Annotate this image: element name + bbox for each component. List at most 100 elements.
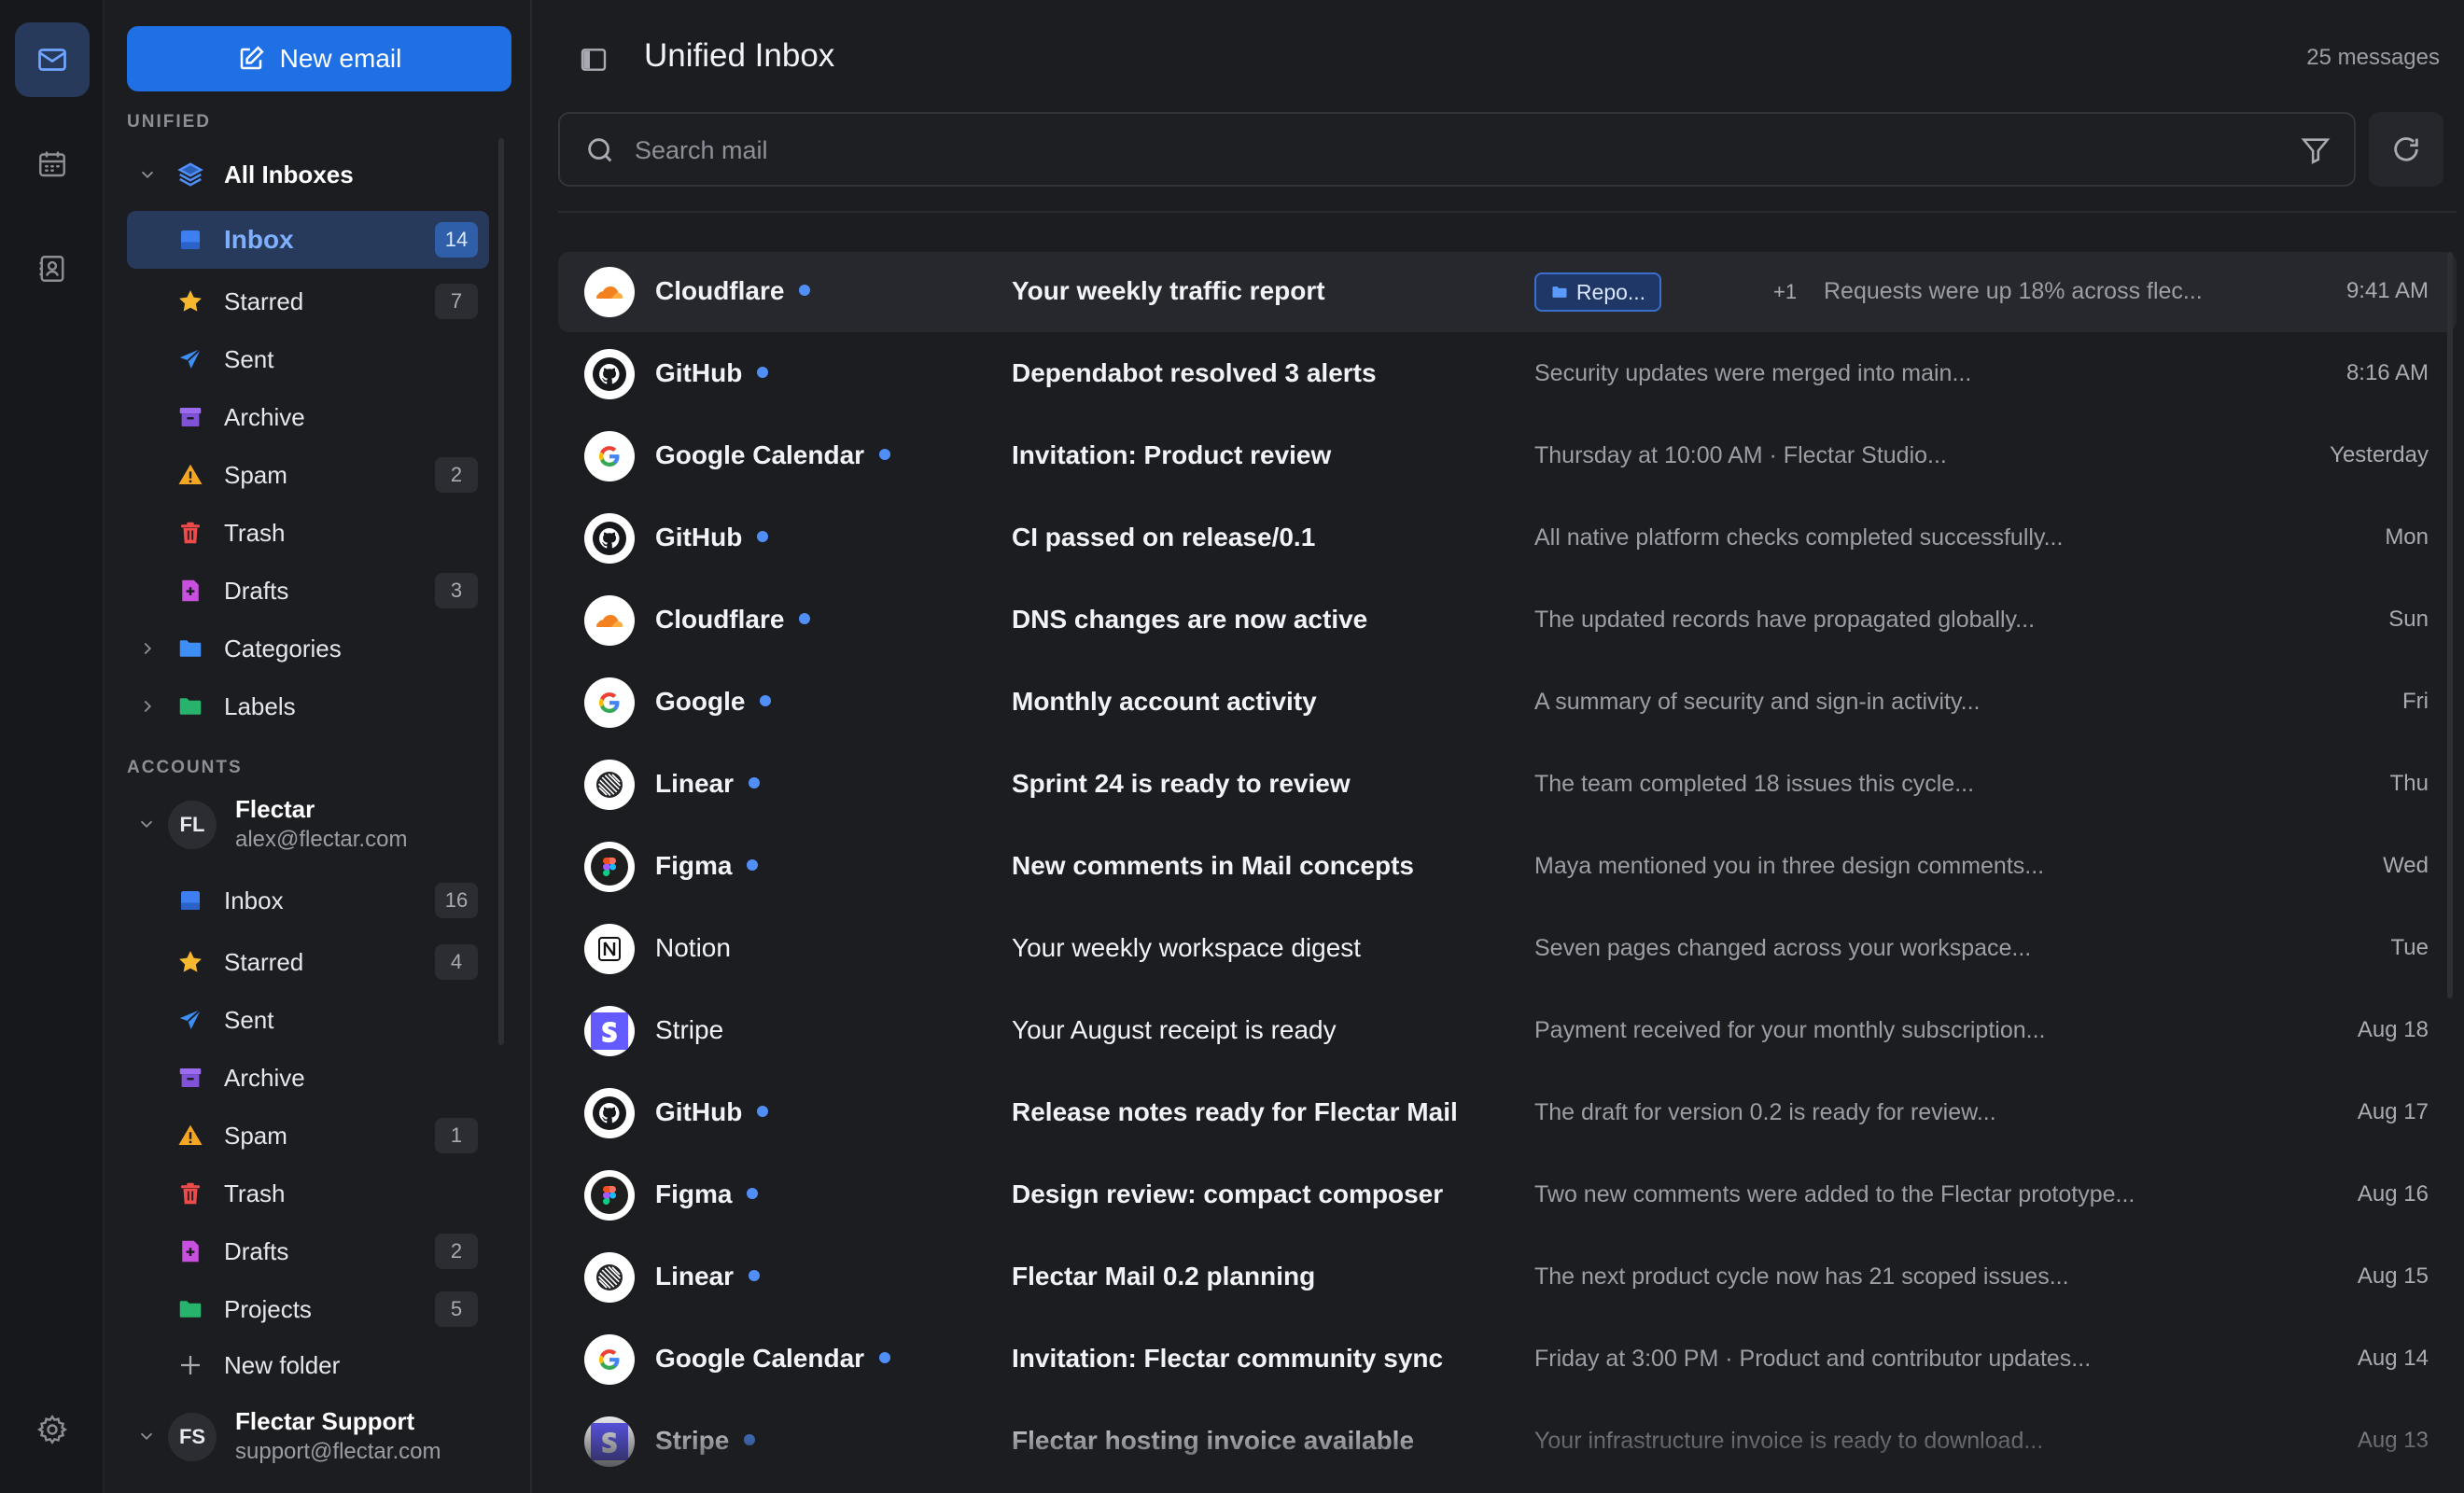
email-row[interactable]: Figma Design review: compact composer Two …: [558, 1155, 2457, 1235]
archive-icon: [175, 402, 205, 432]
email-row[interactable]: Stripe Flectar hosting invoice available Y…: [558, 1402, 2457, 1482]
email-row[interactable]: Cloudflare Your weekly traffic report Repo…: [558, 252, 2457, 332]
email-sender: Linear: [655, 1262, 761, 1291]
drafts-icon: [175, 576, 205, 606]
linear-logo-icon: [584, 760, 635, 810]
sidebar-item-sent[interactable]: Sent: [127, 991, 489, 1049]
unread-dot-icon: [799, 284, 811, 296]
unread-dot-icon: [760, 694, 772, 706]
google-logo-icon: [584, 431, 635, 481]
chevron-right-icon[interactable]: [136, 637, 159, 660]
github-logo-icon: [584, 1088, 635, 1138]
chevron-down-icon[interactable]: [136, 163, 159, 186]
count-badge: 2: [435, 1234, 478, 1269]
sidebar-item-label: Projects: [224, 1294, 312, 1323]
email-preview: Your infrastructure invoice is ready to …: [1534, 1428, 2044, 1454]
star-icon: [175, 947, 205, 977]
sidebar-item-label: Archive: [224, 402, 305, 431]
avatar: FL: [168, 801, 217, 849]
page-title: Unified Inbox: [644, 37, 835, 74]
email-row[interactable]: Stripe Your August receipt is ready Paymen…: [558, 991, 2457, 1071]
email-sender: Cloudflare: [655, 276, 811, 306]
sidebar-item-archive[interactable]: Archive: [127, 1049, 489, 1107]
message-count: 25 messages: [2306, 45, 2440, 70]
sidebar-item-sent[interactable]: Sent: [127, 330, 489, 388]
email-row[interactable]: GitHub Release notes ready for Flectar Ma…: [558, 1073, 2457, 1153]
sidebar-item-projects[interactable]: Projects 5: [127, 1280, 489, 1338]
chevron-down-icon[interactable]: [136, 814, 159, 836]
unread-dot-icon: [749, 776, 761, 788]
email-row[interactable]: Linear Sprint 24 is ready to review The te…: [558, 745, 2457, 825]
avatar: FS: [168, 1413, 217, 1461]
icon-rail: [0, 0, 105, 1493]
sidebar-item-label: Inbox: [224, 225, 294, 254]
sidebar-item-drafts[interactable]: Drafts 2: [127, 1222, 489, 1280]
email-subject: Release notes ready for Flectar Mail: [1012, 1097, 1458, 1126]
sidebar-item-starred[interactable]: Starred 7: [127, 272, 489, 330]
sidebar-toggle-icon[interactable]: [579, 45, 609, 75]
sidebar-item-label: Trash: [224, 518, 286, 547]
email-preview: The team completed 18 issues this cycle.…: [1534, 771, 1975, 797]
sidebar-item-inbox[interactable]: Inbox 14: [127, 211, 489, 269]
sidebar-item-label: Spam: [224, 1121, 287, 1150]
search-input[interactable]: [635, 127, 2240, 174]
tag-label: Repo...: [1575, 279, 1646, 304]
github-logo-icon: [584, 349, 635, 399]
email-sender: GitHub: [655, 523, 769, 552]
sender-name: Linear: [655, 1262, 735, 1291]
account-flectar[interactable]: FL Flectar alex@flectar.com: [127, 788, 489, 862]
notion-logo-icon: [584, 924, 635, 974]
email-subject: Design review: compact composer: [1012, 1179, 1444, 1208]
category-tag[interactable]: Repo...: [1534, 272, 1661, 312]
sidebar-scrollbar[interactable]: [498, 138, 504, 1045]
email-row[interactable]: Google Monthly account activity A summary …: [558, 663, 2457, 743]
sidebar-item-categories[interactable]: Categories: [127, 620, 489, 677]
sidebar-item-drafts[interactable]: Drafts 3: [127, 562, 489, 620]
sidebar-item-archive[interactable]: Archive: [127, 388, 489, 446]
account-name: Flectar Support: [235, 1407, 415, 1435]
email-row[interactable]: Linear Flectar Mail 0.2 planning The next …: [558, 1237, 2457, 1318]
unread-dot-icon: [879, 1351, 891, 1363]
sidebar-item-label: Categories: [224, 634, 342, 663]
sidebar-item-labels[interactable]: Labels: [127, 677, 489, 735]
email-subject: Flectar Mail 0.2 planning: [1012, 1262, 1316, 1291]
email-sender: Google: [655, 687, 772, 717]
all-inboxes-row[interactable]: All Inboxes: [127, 146, 489, 203]
email-row[interactable]: Google Calendar Invitation: Product revie…: [558, 416, 2457, 496]
email-row[interactable]: Notion Your weekly workspace digest Seven …: [558, 909, 2457, 989]
sender-name: Cloudflare: [655, 605, 785, 634]
mail-rail-button[interactable]: [15, 22, 90, 97]
sidebar-item-inbox[interactable]: Inbox 16: [127, 872, 489, 929]
email-row[interactable]: GitHub Dependabot resolved 3 alerts Securi…: [558, 334, 2457, 414]
new-email-button[interactable]: New email: [127, 26, 511, 91]
chevron-down-icon[interactable]: [136, 1426, 159, 1448]
sidebar-item-spam[interactable]: Spam 1: [127, 1107, 489, 1165]
figma-logo-icon: [584, 1170, 635, 1221]
list-scrollbar[interactable]: [2447, 252, 2453, 998]
account-flectar-support[interactable]: FS Flectar Support support@flectar.com: [127, 1400, 489, 1474]
email-row[interactable]: Figma New comments in Mail concepts Maya m…: [558, 827, 2457, 907]
calendar-rail-button[interactable]: [15, 127, 90, 202]
email-date: 9:41 AM: [2345, 278, 2429, 303]
filter-icon[interactable]: [2300, 134, 2331, 166]
chevron-right-icon[interactable]: [136, 695, 159, 718]
sender-name: Google Calendar: [655, 440, 865, 469]
contacts-rail-button[interactable]: [15, 231, 90, 306]
email-row[interactable]: Google Calendar Invitation: Flectar commu…: [558, 1319, 2457, 1400]
sidebar-item-spam[interactable]: Spam 2: [127, 446, 489, 504]
drafts-icon: [175, 1236, 205, 1266]
email-subject: Sprint 24 is ready to review: [1012, 769, 1351, 798]
email-row[interactable]: Cloudflare DNS changes are now active The …: [558, 580, 2457, 661]
email-date: Fri: [2402, 689, 2429, 714]
sidebar-item-new-folder[interactable]: New folder: [127, 1336, 489, 1394]
trash-icon: [175, 518, 205, 548]
sidebar-item-trash[interactable]: Trash: [127, 504, 489, 562]
refresh-button[interactable]: [2369, 112, 2443, 187]
email-sender: Google Calendar: [655, 440, 891, 470]
email-date: Aug 14: [2357, 1346, 2429, 1371]
email-row[interactable]: GitHub CI passed on release/0.1 All native…: [558, 498, 2457, 579]
email-sender: Cloudflare: [655, 605, 811, 635]
sidebar-item-starred[interactable]: Starred 4: [127, 933, 489, 991]
sidebar-item-trash[interactable]: Trash: [127, 1165, 489, 1222]
settings-rail-button[interactable]: [15, 1392, 90, 1467]
